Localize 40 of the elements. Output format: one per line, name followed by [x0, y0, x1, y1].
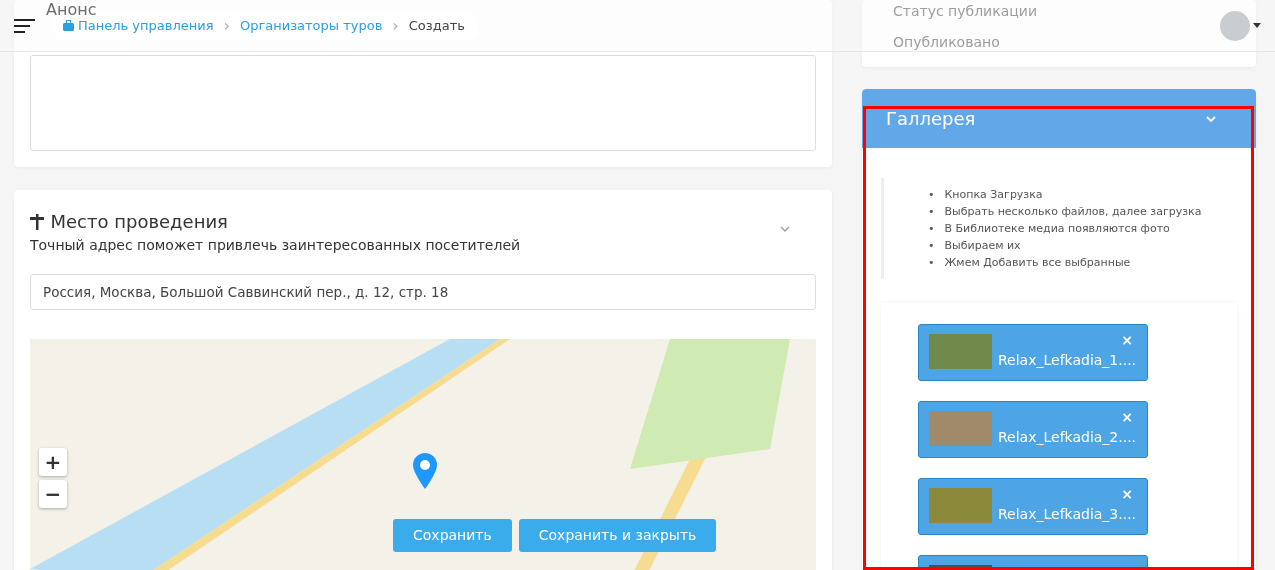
- breadcrumb-separator: ›: [223, 17, 230, 34]
- instruction-item: В Библиотеке медиа появляются фото: [944, 221, 1170, 237]
- instruction-item: Выбираем их: [944, 238, 1021, 254]
- zoom-in-button[interactable]: +: [39, 448, 67, 477]
- status-label: Статус публикации: [893, 2, 1038, 21]
- bullet: •: [928, 187, 935, 203]
- gallery-file-item[interactable]: Relax_Lefkadia_1.... ×: [918, 324, 1148, 381]
- gallery-file-item[interactable]: Relax_Lefkadia_2.... ×: [918, 401, 1148, 458]
- zoom-out-button[interactable]: −: [39, 480, 67, 509]
- briefcase-icon: [63, 20, 74, 31]
- address-field[interactable]: Россия, Москва, Большой Саввинский пер., д. 12, стр. 18: [30, 274, 816, 311]
- gallery-header[interactable]: Галлерея: [862, 89, 1256, 148]
- bullet: •: [928, 221, 935, 237]
- map-pin-icon: [413, 453, 437, 490]
- instruction-item: Кнопка Загрузка: [944, 187, 1043, 203]
- breadcrumb-separator: ›: [392, 17, 399, 34]
- caret-icon[interactable]: [1253, 23, 1261, 28]
- save-button[interactable]: Сохранить: [393, 519, 512, 552]
- menu-icon[interactable]: [14, 18, 35, 33]
- section-title: Место проведения: [50, 210, 228, 234]
- breadcrumb-link[interactable]: Организаторы туров: [239, 15, 383, 36]
- bullet: •: [928, 255, 935, 271]
- gallery-title: Галлерея: [886, 107, 976, 131]
- file-name: Relax_Lefkadia_2....: [998, 428, 1137, 447]
- save-button[interactable]: Сохранить и закрыть: [518, 519, 717, 552]
- chevron-icon[interactable]: [780, 226, 790, 232]
- remove-button[interactable]: ×: [1121, 333, 1133, 347]
- signpost-icon: [30, 213, 44, 230]
- bullet: •: [928, 238, 935, 254]
- remove-button[interactable]: ×: [1121, 487, 1133, 501]
- file-name: Relax_Lefkadia_1....: [998, 351, 1137, 370]
- status-value: Опубликовано: [893, 33, 1001, 52]
- breadcrumb-current: Создать: [408, 16, 465, 35]
- section-subtitle: Точный адрес поможет привлечь заинтересованных посетителей: [30, 236, 521, 255]
- instruction-item: Выбрать несколько файлов, далее загрузка: [944, 204, 1202, 220]
- bullet: •: [928, 204, 935, 220]
- instruction-item: Жмем Добавить все выбранные: [944, 255, 1131, 271]
- remove-button[interactable]: ×: [1121, 410, 1133, 424]
- gallery-file-item[interactable]: Relax_Lefkadia_3.... ×: [918, 478, 1148, 535]
- file-name: Relax_Lefkadia_3....: [998, 505, 1137, 524]
